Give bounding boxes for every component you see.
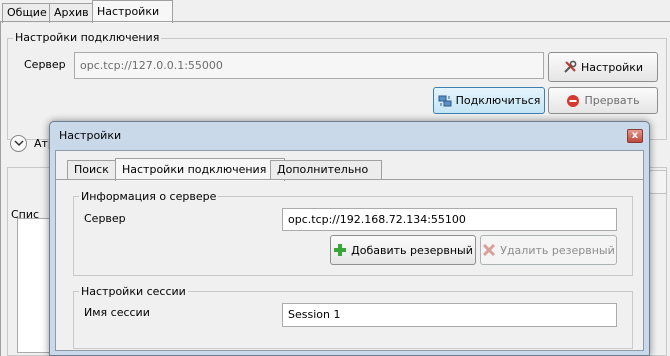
server-label: Сервер (24, 58, 66, 71)
server-field[interactable]: opc.tcp://127.0.0.1:55000 (74, 52, 544, 79)
dialog-tab-connection[interactable]: Настройки подключения (115, 158, 285, 181)
add-backup-label: Добавить резервный (351, 243, 473, 257)
abort-button[interactable]: Прервать (548, 87, 658, 114)
remove-backup-button[interactable]: Удалить резервный (480, 235, 617, 265)
dialog-title: Настройки (59, 129, 122, 142)
settings-dialog: Настройки x Поиск Настройки подключения … (49, 121, 650, 356)
settings-button[interactable]: Настройки (548, 52, 658, 82)
server-info-title: Информация о сервере (79, 190, 219, 203)
session-name-input[interactable]: Session 1 (282, 303, 617, 327)
settings-button-label: Настройки (580, 60, 644, 74)
network-icon (438, 94, 452, 108)
session-settings-title: Настройки сессии (79, 285, 188, 298)
dialog-server-label: Сервер (84, 212, 126, 225)
chevron-down-icon (14, 138, 24, 151)
remove-backup-label: Удалить резервный (500, 243, 615, 257)
tools-icon (563, 60, 577, 74)
tab-settings[interactable]: Настройки (92, 0, 173, 23)
dialog-tab-advanced[interactable]: Дополнительно (270, 160, 382, 180)
dialog-tab-divider (56, 179, 643, 180)
close-button[interactable]: x (627, 129, 643, 143)
stop-icon (566, 94, 580, 108)
dialog-body: Поиск Настройки подключения Дополнительн… (55, 150, 644, 351)
connect-button-label: Подключиться (455, 94, 541, 107)
session-name-label: Имя сессии (84, 306, 150, 319)
connection-settings-title: Настройки подключения (13, 31, 162, 44)
dialog-server-input[interactable]: opc.tcp://192.168.72.134:55100 (282, 208, 617, 231)
connect-button[interactable]: Подключиться (433, 87, 545, 114)
hidden-button-edge[interactable] (649, 170, 667, 194)
close-icon: x (631, 130, 639, 141)
x-icon (482, 243, 496, 257)
abort-button-label: Прервать (584, 94, 640, 107)
main-tab-strip: Общие Архив Настройки (0, 0, 670, 23)
plus-icon (333, 243, 347, 257)
add-backup-button[interactable]: Добавить резервный (330, 235, 476, 265)
expand-attributes-button[interactable] (10, 135, 27, 152)
